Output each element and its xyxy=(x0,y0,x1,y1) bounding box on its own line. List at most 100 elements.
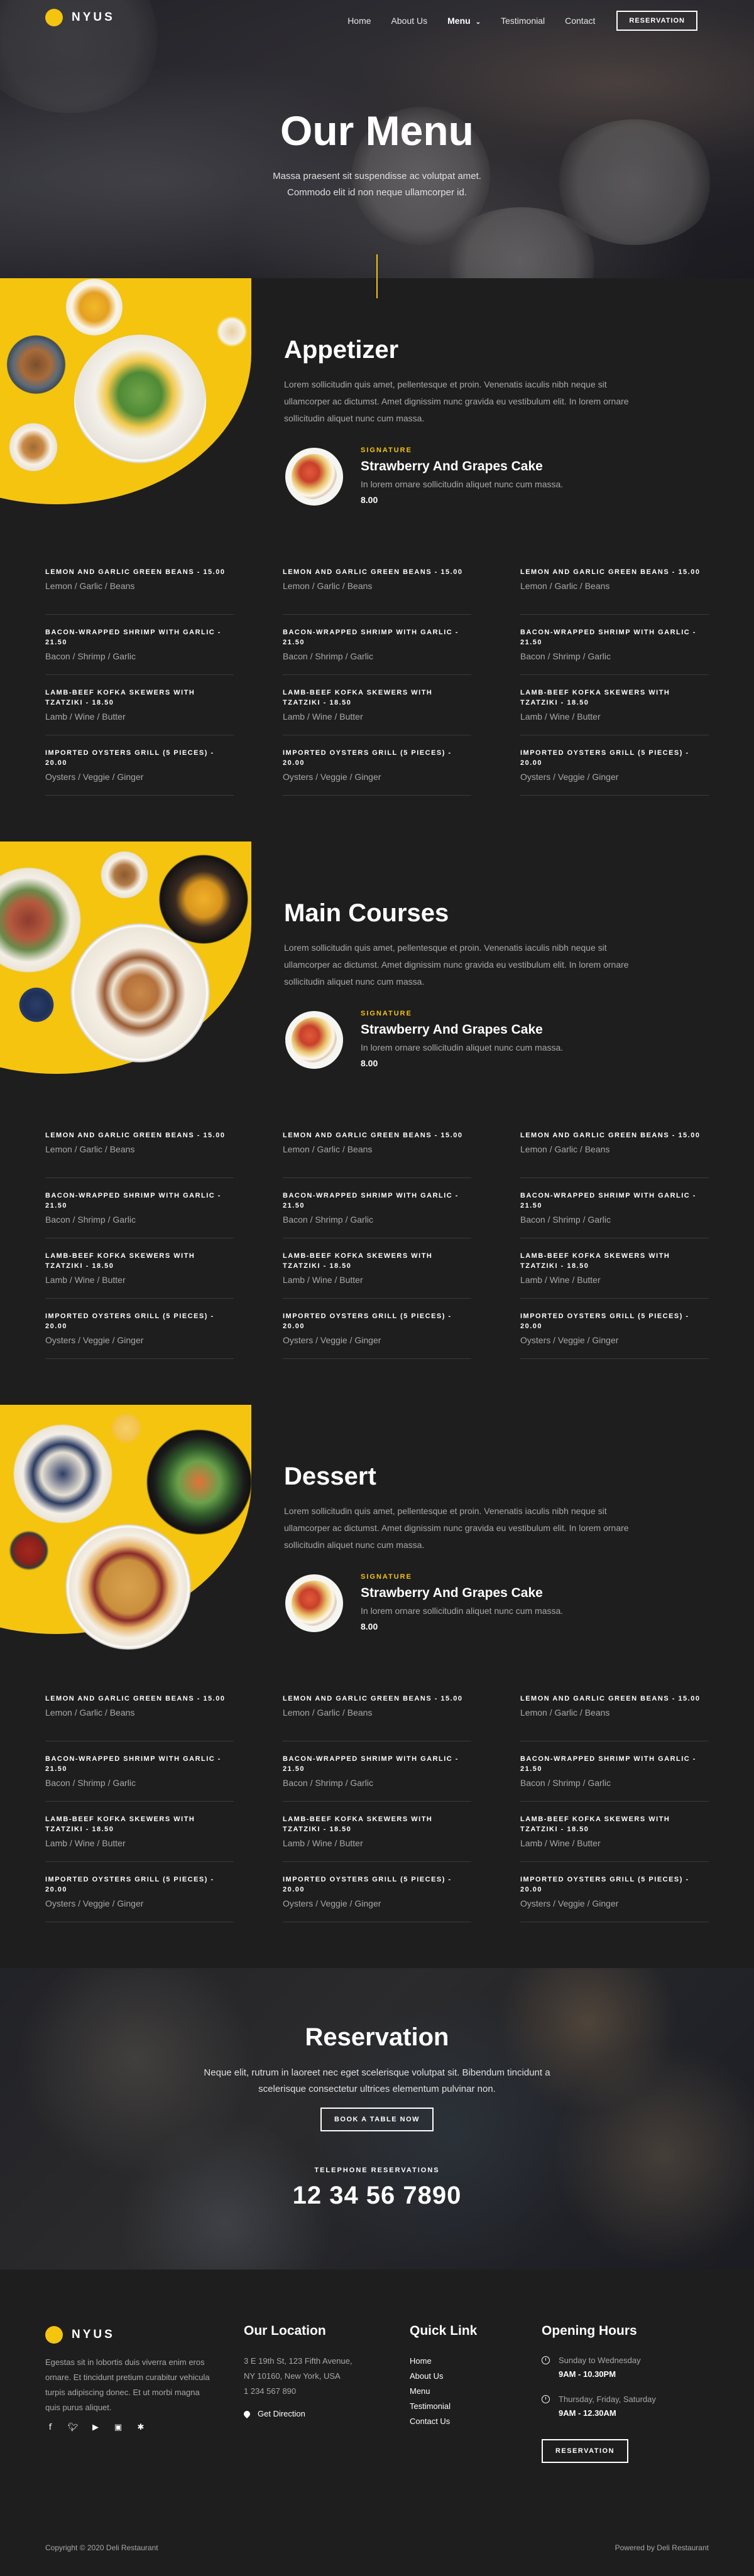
menu-item-ingredients: Bacon / Shrimp / Garlic xyxy=(45,1778,136,1788)
menu-item-ingredients: Bacon / Shrimp / Garlic xyxy=(283,1778,373,1788)
social-links: f 🐦︎ ▶ ▣ ✱ xyxy=(45,2423,158,2433)
menu-item-ingredients: Oysters / Veggie / Ginger xyxy=(283,1898,381,1908)
phone-line: 1 234 567 890 xyxy=(244,2386,297,2396)
menu-item-ingredients: Bacon / Shrimp / Garlic xyxy=(283,1215,373,1225)
hours-row: Sunday to Wednesday 9AM - 10.30PM xyxy=(542,2354,656,2381)
section-description: Lorem sollicitudin quis amet, pellentesq… xyxy=(284,1506,629,1550)
hero-subtitle: Massa praesent sit suspendisse ac volutp… xyxy=(273,171,481,198)
opening-hours-heading: Opening Hours xyxy=(542,2324,637,2338)
menu-item-name: BACON-WRAPPED SHRIMP WITH GARLIC - 21.50 xyxy=(45,629,221,646)
telephone-number[interactable]: 12 34 56 7890 xyxy=(0,2182,754,2210)
menu-item-name: LAMB-BEEF KOFKA SKEWERS WITH TZATZIKI - … xyxy=(45,1252,195,1270)
reservation-button[interactable]: RESERVATION xyxy=(616,11,697,31)
hero-plate-image xyxy=(440,207,603,278)
menu-item: LAMB-BEEF KOFKA SKEWERS WITH TZATZIKI - … xyxy=(283,1802,471,1862)
map-pin-icon xyxy=(242,2409,252,2418)
food-image-cup xyxy=(101,851,148,899)
signature-dish-image xyxy=(285,448,343,506)
menu-section-appetizer: Appetizer Lorem sollicitudin quis amet, … xyxy=(0,278,754,842)
menu-item-name: BACON-WRAPPED SHRIMP WITH GARLIC - 21.50 xyxy=(283,1755,459,1773)
menu-item-ingredients: Lamb / Wine / Butter xyxy=(520,1838,601,1848)
menu-item-ingredients: Oysters / Veggie / Ginger xyxy=(45,772,144,782)
menu-item: LAMB-BEEF KOFKA SKEWERS WITH TZATZIKI - … xyxy=(283,675,471,735)
food-image-berries xyxy=(19,987,54,1022)
menu-item: LEMON AND GARLIC GREEN BEANS - 15.00 Lemo… xyxy=(283,1118,471,1178)
menu-item-grid: LEMON AND GARLIC GREEN BEANS - 15.00 Lemo… xyxy=(45,1681,709,1922)
menu-item-ingredients: Lamb / Wine / Butter xyxy=(283,1275,363,1285)
menu-section-main-courses: Main Courses Lorem sollicitudin quis ame… xyxy=(0,842,754,1405)
menu-item-name: LEMON AND GARLIC GREEN BEANS - 15.00 xyxy=(520,1695,701,1702)
twitter-icon[interactable]: 🐦︎ xyxy=(68,2423,79,2433)
signature-label: SIGNATURE xyxy=(361,446,412,454)
logo[interactable]: NYUS xyxy=(45,9,115,26)
powered-by-text: Powered by Deli Restaurant xyxy=(615,2543,709,2552)
menu-item-name: LEMON AND GARLIC GREEN BEANS - 15.00 xyxy=(283,1695,463,1702)
footer-reservation-button[interactable]: RESERVATION xyxy=(542,2439,628,2463)
footer-link-menu[interactable]: Menu xyxy=(410,2384,451,2399)
section-title: Main Courses xyxy=(284,899,449,927)
menu-item: LAMB-BEEF KOFKA SKEWERS WITH TZATZIKI - … xyxy=(520,1802,709,1862)
menu-item-name: LAMB-BEEF KOFKA SKEWERS WITH TZATZIKI - … xyxy=(45,689,195,706)
food-image-waffle xyxy=(65,1524,191,1650)
menu-item-name: IMPORTED OYSTERS GRILL (5 PIECES) - 20.0… xyxy=(283,1312,452,1330)
nav-item-home[interactable]: Home xyxy=(347,16,371,26)
nav-item-testimonial[interactable]: Testimonial xyxy=(501,16,545,26)
footer-link-contact[interactable]: Contact Us xyxy=(410,2414,451,2429)
menu-item-name: BACON-WRAPPED SHRIMP WITH GARLIC - 21.50 xyxy=(520,1192,696,1210)
menu-item-ingredients: Oysters / Veggie / Ginger xyxy=(283,1335,381,1345)
menu-item: LEMON AND GARLIC GREEN BEANS - 15.00 Lemo… xyxy=(283,1681,471,1741)
menu-item-ingredients: Oysters / Veggie / Ginger xyxy=(45,1898,144,1908)
signature-dish-name: Strawberry And Grapes Cake xyxy=(361,1022,543,1037)
footer-link-about[interactable]: About Us xyxy=(410,2369,451,2384)
menu-item-name: LAMB-BEEF KOFKA SKEWERS WITH TZATZIKI - … xyxy=(283,689,433,706)
top-navigation: NYUS Home About Us Menu ⌄ Testimonial Con… xyxy=(0,0,754,35)
signature-dish-price: 8.00 xyxy=(361,1621,378,1632)
menu-item-ingredients: Bacon / Shrimp / Garlic xyxy=(45,651,136,661)
menu-item-ingredients: Oysters / Veggie / Ginger xyxy=(520,1335,619,1345)
address-line: NY 10160, New York, USA xyxy=(244,2371,341,2381)
menu-section-dessert: Dessert Lorem sollicitudin quis amet, pe… xyxy=(0,1405,754,1968)
section-title: Dessert xyxy=(284,1463,376,1490)
menu-item: LEMON AND GARLIC GREEN BEANS - 15.00 Lemo… xyxy=(520,555,709,615)
section-description: Lorem sollicitudin quis amet, pellentesq… xyxy=(284,379,629,423)
footer-link-home[interactable]: Home xyxy=(410,2354,451,2369)
food-image-main-plate xyxy=(70,923,210,1063)
signature-dish-description: In lorem ornare sollicitudin aliquet nun… xyxy=(361,1042,564,1053)
food-image-coffee xyxy=(9,423,58,472)
get-direction-link[interactable]: Get Direction xyxy=(242,2409,305,2418)
page-title: Our Menu xyxy=(280,107,474,154)
address-line: 3 E 19th St, 123 Fifth Avenue, xyxy=(244,2356,352,2366)
nav-item-contact[interactable]: Contact xyxy=(565,16,595,26)
signature-dish-name: Strawberry And Grapes Cake xyxy=(361,459,543,474)
nav-menu: Home About Us Menu ⌄ Testimonial Contact … xyxy=(327,11,697,31)
yelp-icon[interactable]: ✱ xyxy=(136,2423,146,2433)
footer-link-testimonial[interactable]: Testimonial xyxy=(410,2399,451,2414)
menu-item-name: LEMON AND GARLIC GREEN BEANS - 15.00 xyxy=(45,568,226,576)
menu-item-name: LAMB-BEEF KOFKA SKEWERS WITH TZATZIKI - … xyxy=(45,1816,195,1833)
footer-logo[interactable]: NYUS xyxy=(45,2326,115,2344)
menu-item-name: LAMB-BEEF KOFKA SKEWERS WITH TZATZIKI - … xyxy=(520,1816,670,1833)
menu-item-ingredients: Lamb / Wine / Butter xyxy=(520,712,601,722)
menu-item: IMPORTED OYSTERS GRILL (5 PIECES) - 20.0… xyxy=(520,735,709,796)
menu-item: LAMB-BEEF KOFKA SKEWERS WITH TZATZIKI - … xyxy=(520,1238,709,1299)
instagram-icon[interactable]: ▣ xyxy=(113,2423,123,2433)
book-table-button[interactable]: BOOK A TABLE NOW xyxy=(320,2108,434,2131)
menu-item-ingredients: Oysters / Veggie / Ginger xyxy=(520,772,619,782)
menu-item: LAMB-BEEF KOFKA SKEWERS WITH TZATZIKI - … xyxy=(520,675,709,735)
menu-item-ingredients: Lemon / Garlic / Beans xyxy=(45,581,135,591)
menu-item-name: IMPORTED OYSTERS GRILL (5 PIECES) - 20.0… xyxy=(45,1876,214,1893)
menu-item: LEMON AND GARLIC GREEN BEANS - 15.00 Lemo… xyxy=(520,1681,709,1741)
food-image-sauce xyxy=(9,1530,49,1571)
menu-item: LAMB-BEEF KOFKA SKEWERS WITH TZATZIKI - … xyxy=(283,1238,471,1299)
menu-item-name: LAMB-BEEF KOFKA SKEWERS WITH TZATZIKI - … xyxy=(520,689,670,706)
facebook-icon[interactable]: f xyxy=(45,2423,55,2433)
signature-dish-description: In lorem ornare sollicitudin aliquet nun… xyxy=(361,1606,564,1616)
nav-item-menu[interactable]: Menu ⌄ xyxy=(447,16,481,26)
signature-dish-price: 8.00 xyxy=(361,1058,378,1068)
menu-item-ingredients: Lamb / Wine / Butter xyxy=(45,1275,126,1285)
nav-item-about[interactable]: About Us xyxy=(391,16,428,26)
menu-item: LAMB-BEEF KOFKA SKEWERS WITH TZATZIKI - … xyxy=(45,1802,234,1862)
menu-item-name: IMPORTED OYSTERS GRILL (5 PIECES) - 20.0… xyxy=(520,1876,689,1893)
youtube-icon[interactable]: ▶ xyxy=(90,2423,101,2433)
menu-item-name: BACON-WRAPPED SHRIMP WITH GARLIC - 21.50 xyxy=(283,1192,459,1210)
